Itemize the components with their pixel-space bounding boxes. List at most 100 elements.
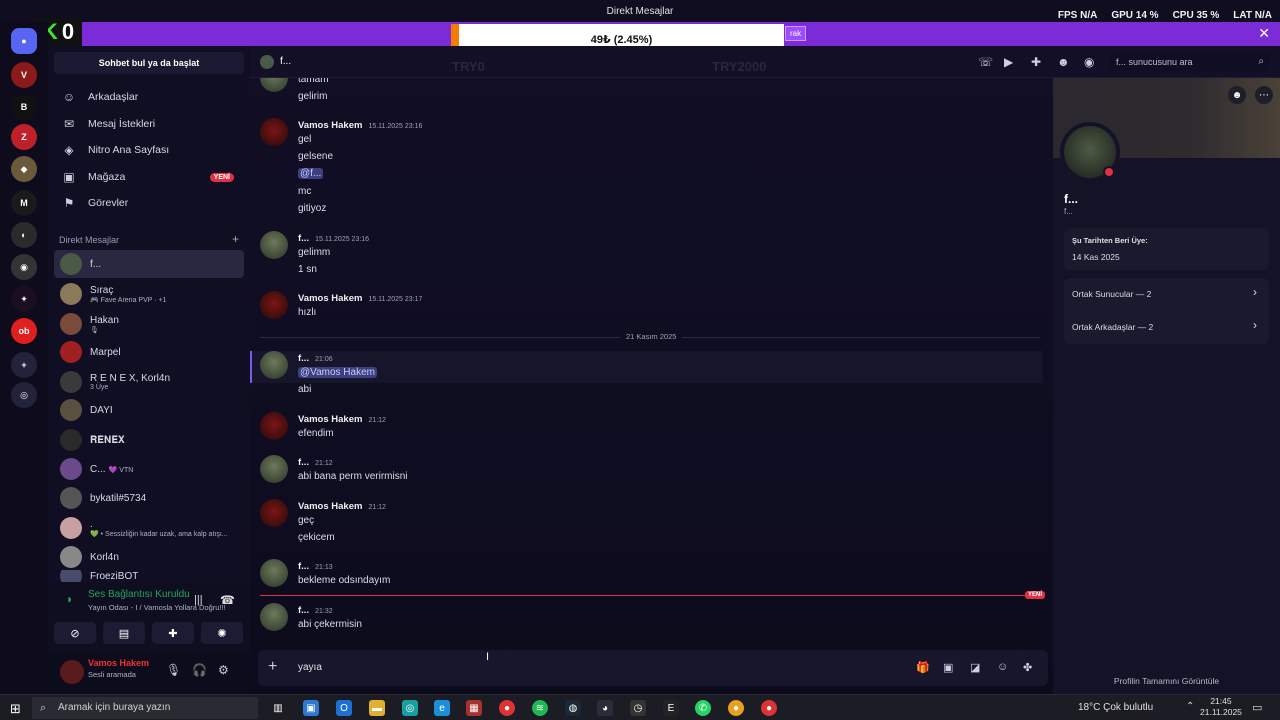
dm-item[interactable]: Hakan 🎙: [54, 310, 244, 338]
search-input[interactable]: f... sunucusunu ara ⌕: [1110, 53, 1270, 71]
epic-games-icon[interactable]: E: [663, 700, 679, 716]
attach-icon[interactable]: +: [268, 658, 277, 676]
nav-message-requests[interactable]: ✉ Mesaj İstekleri: [54, 112, 244, 136]
microphone-icon[interactable]: 🎙: [166, 663, 181, 677]
taskbar-search-input[interactable]: ⌕ Aramak için buraya yazın: [32, 697, 258, 719]
activities-button[interactable]: ✚: [152, 622, 194, 644]
screen-share-button[interactable]: ▤: [103, 622, 145, 644]
message-author[interactable]: f... 21:12: [298, 457, 333, 468]
message-author[interactable]: Vamos Hakem 21:12: [298, 501, 386, 512]
server-icon[interactable]: ob: [11, 318, 37, 344]
view-full-profile-link[interactable]: Profilin Tamamını Görüntüle: [1053, 676, 1280, 686]
add-friend-icon[interactable]: ☻: [1057, 55, 1070, 69]
task-view-icon[interactable]: ▥: [270, 700, 286, 716]
app-icon[interactable]: ◎: [402, 700, 418, 716]
gift-icon[interactable]: 🎁: [916, 661, 930, 674]
edge-icon[interactable]: e: [434, 700, 450, 716]
nav-shop[interactable]: ▣ Mağaza YENİ: [54, 165, 244, 189]
message-author[interactable]: f... 15.11.2025 23:16: [298, 233, 369, 244]
avatar[interactable]: [260, 118, 288, 146]
dm-item[interactable]: DAYI: [54, 396, 244, 424]
app-icon[interactable]: ◷: [630, 700, 646, 716]
username[interactable]: Vamos Hakem: [88, 658, 149, 668]
server-icon[interactable]: ✦: [11, 286, 37, 312]
noise-suppression-icon[interactable]: |||: [194, 594, 203, 606]
message-author[interactable]: Vamos Hakem 15.11.2025 23:17: [298, 293, 422, 304]
headphones-icon[interactable]: 🎧: [192, 663, 207, 677]
steam-icon[interactable]: ◍: [565, 700, 581, 716]
dm-search-button[interactable]: Sohbet bul ya da başlat: [54, 52, 244, 74]
nav-quests[interactable]: ⚑ Görevler: [54, 191, 244, 215]
disconnect-icon[interactable]: ☎: [220, 593, 235, 607]
server-icon[interactable]: M: [11, 190, 37, 216]
discord-home-icon[interactable]: ●: [11, 28, 37, 54]
server-icon[interactable]: ◐: [11, 222, 37, 248]
windows-start-icon[interactable]: ⊞: [10, 701, 21, 717]
apps-icon[interactable]: ✤: [1023, 661, 1032, 674]
avatar[interactable]: [260, 455, 288, 483]
message-author[interactable]: Vamos Hakem 21:12: [298, 414, 386, 425]
soundboard-button[interactable]: ✺: [201, 622, 243, 644]
mutual-servers-row[interactable]: Ortak Sunucular — 2 ›: [1064, 278, 1269, 311]
mention[interactable]: @f...: [298, 168, 324, 179]
avatar[interactable]: [60, 660, 84, 684]
message-composer[interactable]: + yayıa 🎁 ▣ ◪ ☺ ✤: [258, 650, 1048, 686]
dm-item[interactable]: Sıraç 🎮 Fave Arena PVP · +1: [54, 280, 244, 308]
voice-room[interactable]: Yayın Odası - I / Vamosla Yollara Doğru!…: [88, 603, 226, 612]
more-options-icon[interactable]: ⋯: [1255, 86, 1273, 104]
overlay-tag[interactable]: rak: [785, 26, 807, 41]
message-author[interactable]: f... 21:13: [298, 561, 333, 572]
dm-item[interactable]: R E N E X, Korl4n 3 Üye: [54, 368, 244, 396]
add-friend-icon[interactable]: ☻: [1228, 86, 1246, 104]
dm-item[interactable]: C... 💜 VTN: [54, 455, 244, 483]
tray-chevron-icon[interactable]: ⌃: [1186, 701, 1194, 712]
message-author[interactable]: f... 21:32: [298, 605, 333, 616]
dm-item[interactable]: Marpel: [54, 338, 244, 366]
mention[interactable]: @Vamos Hakem: [298, 367, 377, 378]
discover-icon[interactable]: ◎: [11, 382, 37, 408]
gif-icon[interactable]: ▣: [943, 661, 953, 674]
video-call-icon[interactable]: ▶: [1004, 55, 1013, 69]
discord-icon[interactable]: ◕: [597, 700, 613, 716]
outlook-icon[interactable]: O: [336, 700, 352, 716]
nav-friends[interactable]: ☺ Arkadaşlar: [54, 85, 244, 109]
avatar[interactable]: [260, 559, 288, 587]
call-icon[interactable]: ☏: [978, 55, 993, 69]
server-icon[interactable]: B: [11, 94, 37, 120]
store-icon[interactable]: ▣: [303, 700, 319, 716]
dm-item[interactable]: 𝐑𝐄𝐍𝐄𝐗: [54, 426, 244, 454]
avatar[interactable]: [260, 231, 288, 259]
app-icon[interactable]: ▦: [466, 700, 482, 716]
clock[interactable]: 21:45 21.11.2025: [1200, 696, 1242, 718]
spotify-icon[interactable]: ≋: [532, 700, 548, 716]
nav-nitro[interactable]: ◈ Nitro Ana Sayfası: [54, 138, 244, 162]
avatar[interactable]: [260, 291, 288, 319]
add-server-icon[interactable]: +: [11, 352, 37, 378]
profile-toggle-icon[interactable]: ◉: [1084, 55, 1094, 69]
chrome-icon[interactable]: ●: [761, 700, 777, 716]
avatar[interactable]: [260, 351, 288, 379]
mutual-friends-row[interactable]: Ortak Arkadaşlar — 2 ›: [1064, 311, 1269, 344]
avatar[interactable]: [260, 603, 288, 631]
message-input[interactable]: yayıa: [298, 662, 322, 673]
pin-icon[interactable]: ✚: [1031, 55, 1041, 69]
add-dm-icon[interactable]: +: [232, 232, 239, 246]
chrome-icon[interactable]: ●: [728, 700, 744, 716]
gear-icon[interactable]: ⚙: [218, 663, 229, 677]
weather-widget[interactable]: 18°C Çok bulutlu: [1078, 702, 1153, 713]
server-icon[interactable]: ◆: [11, 156, 37, 182]
dm-item[interactable]: f...: [54, 250, 244, 278]
server-icon[interactable]: V: [11, 62, 37, 88]
sticker-icon[interactable]: ◪: [970, 661, 980, 674]
chrome-icon[interactable]: ●: [499, 700, 515, 716]
message-author[interactable]: Vamos Hakem 15.11.2025 23:16: [298, 120, 422, 131]
avatar[interactable]: [260, 499, 288, 527]
server-icon[interactable]: Z: [11, 124, 37, 150]
dm-item[interactable]: . 💚 • Sessizliğin kadar uzak, ama kalp at…: [54, 514, 244, 542]
video-off-button[interactable]: ⊘: [54, 622, 96, 644]
avatar[interactable]: [260, 412, 288, 440]
dm-item[interactable]: Korl4n: [54, 543, 244, 571]
whatsapp-icon[interactable]: ✆: [695, 700, 711, 716]
dm-item[interactable]: FroeziBOT: [54, 570, 244, 582]
file-explorer-icon[interactable]: ▬: [369, 700, 385, 716]
